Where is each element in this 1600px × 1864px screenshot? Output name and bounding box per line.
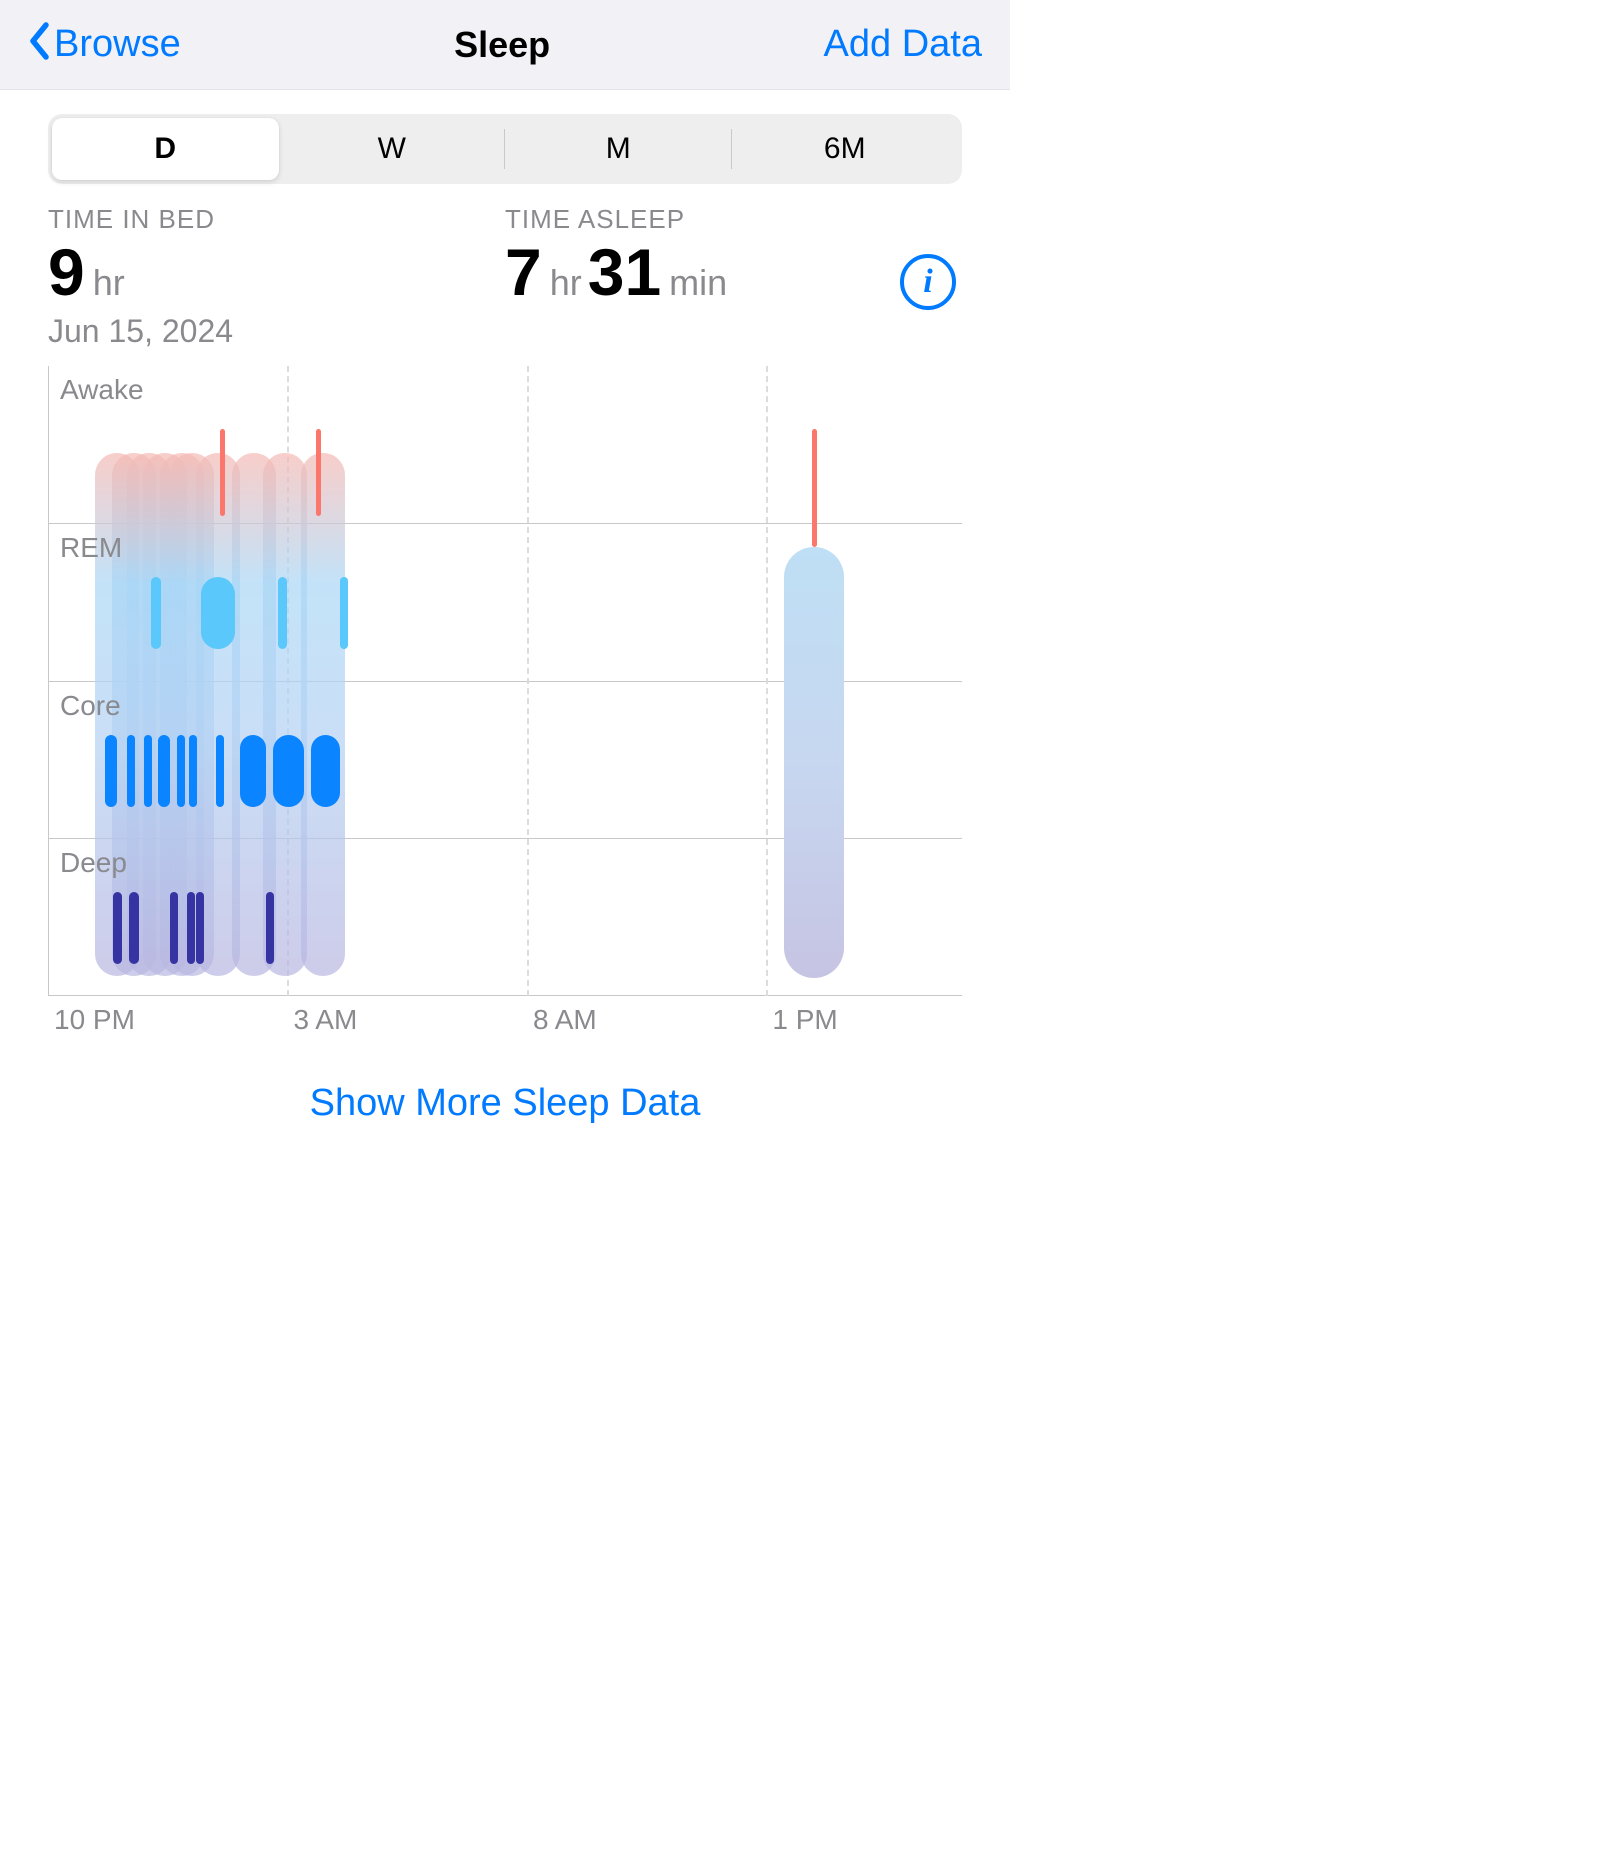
time-asleep-hours: 7 bbox=[505, 239, 542, 305]
time-in-bed-block: TIME IN BED 9 hr Jun 15, 2024 bbox=[48, 204, 505, 350]
summary-stats: TIME IN BED 9 hr Jun 15, 2024 TIME ASLEE… bbox=[48, 204, 962, 350]
sleep-segment bbox=[170, 892, 178, 964]
sleep-segment bbox=[177, 735, 185, 807]
time-asleep-min: 31 bbox=[588, 239, 661, 305]
sleep-segment bbox=[127, 735, 135, 807]
x-tick: 1 PM bbox=[772, 1004, 837, 1036]
awake-mark bbox=[316, 429, 321, 516]
sleep-chart: Awake REM Core Deep 10 PM 3 AM 8 AM 1 PM bbox=[48, 366, 962, 1042]
awake-mark bbox=[220, 429, 225, 516]
show-more-sleep-data-link[interactable]: Show More Sleep Data bbox=[0, 1042, 1010, 1159]
sleep-segment bbox=[278, 577, 288, 649]
x-axis: 10 PM 3 AM 8 AM 1 PM bbox=[48, 996, 962, 1042]
stage-label-rem: REM bbox=[60, 532, 122, 564]
time-asleep-block: TIME ASLEEP 7 hr 31 min bbox=[505, 204, 962, 350]
min-unit: min bbox=[669, 262, 727, 304]
summary-date: Jun 15, 2024 bbox=[48, 313, 493, 350]
hr-unit: hr bbox=[93, 262, 125, 304]
page-title: Sleep bbox=[454, 24, 550, 66]
stage-label-awake: Awake bbox=[60, 374, 144, 406]
in-bed-bar bbox=[784, 547, 844, 978]
sleep-segment bbox=[273, 735, 304, 807]
seg-option-6m[interactable]: 6M bbox=[732, 118, 959, 180]
sleep-segment bbox=[105, 735, 117, 807]
time-in-bed-label: TIME IN BED bbox=[48, 204, 493, 235]
sleep-segment bbox=[113, 892, 123, 964]
sleep-segment bbox=[189, 735, 197, 807]
sleep-segment bbox=[129, 892, 139, 964]
stage-label-deep: Deep bbox=[60, 847, 127, 879]
sleep-segment bbox=[311, 735, 340, 807]
sleep-segment bbox=[158, 735, 170, 807]
x-tick: 8 AM bbox=[533, 1004, 597, 1036]
chevron-left-icon bbox=[28, 17, 50, 72]
nav-bar: Browse Sleep Add Data bbox=[0, 0, 1010, 90]
back-label: Browse bbox=[54, 23, 181, 66]
time-asleep-label: TIME ASLEEP bbox=[505, 204, 950, 235]
seg-option-d[interactable]: D bbox=[52, 118, 279, 180]
sleep-segment bbox=[144, 735, 152, 807]
seg-option-m[interactable]: M bbox=[505, 118, 732, 180]
x-tick: 3 AM bbox=[293, 1004, 357, 1036]
sleep-segment bbox=[201, 577, 235, 649]
stage-label-core: Core bbox=[60, 690, 121, 722]
time-range-segmented: DWM6M bbox=[48, 114, 962, 184]
sleep-segment bbox=[151, 577, 161, 649]
time-in-bed-hours: 9 bbox=[48, 239, 85, 305]
sleep-segment bbox=[240, 735, 266, 807]
add-data-button[interactable]: Add Data bbox=[824, 23, 982, 66]
sleep-segment bbox=[187, 892, 195, 964]
back-button[interactable]: Browse bbox=[28, 17, 181, 72]
hr-unit-2: hr bbox=[550, 262, 582, 304]
x-tick: 10 PM bbox=[54, 1004, 135, 1036]
sleep-segment bbox=[196, 892, 204, 964]
info-icon[interactable]: i bbox=[900, 254, 956, 310]
seg-option-w[interactable]: W bbox=[279, 118, 506, 180]
sleep-segment bbox=[266, 892, 274, 964]
awake-mark bbox=[812, 429, 817, 547]
sleep-segment bbox=[216, 735, 224, 807]
sleep-segment bbox=[340, 577, 348, 649]
